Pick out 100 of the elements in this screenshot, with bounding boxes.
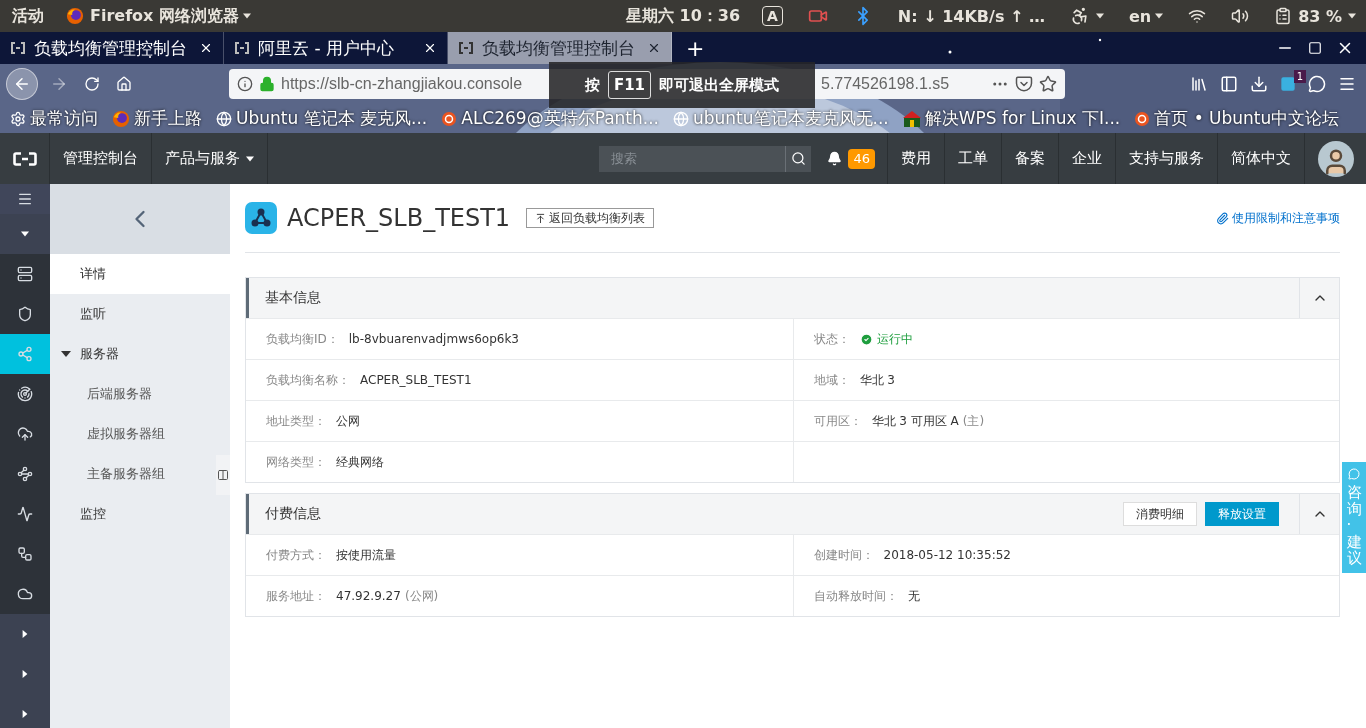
submenu-item[interactable]: 服务器 — [50, 334, 230, 374]
load-balancer-icon — [245, 202, 277, 234]
submenu-item[interactable]: 监控 — [50, 494, 230, 534]
back-to-list-button[interactable]: 返回负载均衡列表 — [526, 208, 655, 228]
star-icon[interactable] — [1039, 75, 1057, 93]
language-menu[interactable]: en — [1128, 6, 1164, 26]
notice-text: 即可退出全屏模式 — [659, 75, 780, 95]
caret-down-icon — [21, 230, 29, 238]
field-value: 47.92.9.27 (公网) — [336, 587, 439, 605]
search-button[interactable] — [785, 145, 812, 172]
wave-icon — [17, 506, 33, 522]
volume-icon[interactable] — [1231, 7, 1250, 25]
caret-down-icon — [246, 154, 254, 163]
route-icon — [17, 466, 33, 482]
back-button[interactable] — [6, 68, 38, 100]
server-icon — [17, 266, 33, 282]
house-icon — [116, 76, 132, 92]
field-value: lb-8vbuarenvadjmws6op6k3 — [348, 332, 519, 346]
network-speed[interactable]: N: ↓ 14KB/s ↑ … — [897, 6, 1045, 26]
battery-level[interactable]: 83 % — [1298, 6, 1342, 26]
collapse-handle[interactable] — [216, 455, 230, 495]
lock-icon[interactable] — [259, 76, 275, 92]
cloud-upload-icon — [17, 426, 33, 442]
submenu-item[interactable]: 详情 — [50, 254, 230, 294]
chat-icon[interactable] — [1308, 75, 1326, 93]
wifi-icon[interactable] — [1188, 7, 1207, 25]
cloud-icon — [17, 586, 33, 602]
pocket-icon[interactable] — [1015, 75, 1033, 93]
url-text: 5.774526198.1.s5 — [821, 75, 951, 93]
header-nav-link[interactable]: 简体中文 — [1218, 133, 1305, 184]
field-label: 创建时间： — [813, 546, 874, 564]
firefox-icon — [66, 7, 84, 25]
page-title: ACPER_SLB_TEST1 — [287, 204, 511, 232]
accessibility-icon[interactable] — [1069, 6, 1090, 26]
new-tab-button[interactable]: + — [672, 32, 719, 64]
arrow-up-icon — [535, 212, 547, 224]
tab-logo-icon — [234, 42, 250, 54]
browser-tab[interactable]: 负载均衡管理控制台 — [0, 32, 224, 64]
globe-icon — [673, 110, 689, 127]
field-value: 公网 — [336, 412, 360, 430]
header-nav-link[interactable]: 工单 — [945, 133, 1002, 184]
bookmark[interactable]: 新手上路 — [112, 107, 202, 130]
app-menu[interactable]: Firefox 网络浏览器 — [90, 5, 251, 27]
field-value: 华北 3 可用区 A (主) — [871, 412, 985, 430]
header-nav-link[interactable]: 费用 — [888, 133, 945, 184]
header-nav-link[interactable]: 企业 — [1059, 133, 1116, 184]
header-nav-link[interactable]: 支持与服务 — [1116, 133, 1218, 184]
field-label: 负载均衡ID： — [266, 330, 339, 348]
field-value: 经典网络 — [336, 453, 384, 471]
radar-icon — [17, 386, 33, 402]
close-icon[interactable] — [423, 41, 437, 55]
key-label: F11 — [607, 71, 652, 99]
info-icon[interactable] — [237, 76, 253, 92]
submenu-item[interactable]: 主备服务器组 — [50, 454, 216, 494]
ubuntu-logo-icon — [441, 110, 458, 127]
download-icon[interactable] — [1250, 75, 1268, 93]
arrow-right-icon — [50, 75, 68, 93]
header-nav-link[interactable]: 备案 — [1002, 133, 1059, 184]
input-method-indicator[interactable]: A — [762, 6, 783, 26]
network-icon — [17, 346, 33, 362]
maximize-icon[interactable] — [1308, 41, 1322, 55]
field-label: 可用区： — [813, 412, 862, 430]
logo-icon[interactable] — [12, 151, 37, 166]
field-value: 2018-05-12 10:35:52 — [883, 548, 1011, 562]
activities-button[interactable]: 活动 — [12, 5, 44, 27]
shield-icon — [17, 306, 33, 322]
library-icon[interactable] — [1190, 75, 1208, 93]
notice-text: 按 — [584, 75, 600, 95]
house-picture-icon — [902, 110, 921, 127]
caret-down-icon — [243, 12, 251, 20]
extension-icon[interactable] — [1280, 76, 1296, 92]
tab-logo-icon — [458, 42, 474, 54]
bookmark[interactable]: 最常访问 — [10, 107, 98, 130]
firefox-icon — [112, 109, 130, 128]
bookmark[interactable]: Ubuntu 笔记本 麦克风... — [216, 107, 428, 130]
search-icon — [791, 151, 807, 166]
action-button[interactable]: 消费明细 — [1123, 502, 1197, 526]
browser-tab[interactable]: 负载均衡管理控制台 — [448, 32, 672, 64]
help-link[interactable]: 使用限制和注意事项 — [1216, 209, 1340, 227]
field-label: 地域： — [813, 371, 850, 389]
submenu-item[interactable]: 后端服务器 — [50, 374, 216, 414]
field-value: 华北 3 — [859, 371, 895, 389]
field-label: 自动释放时间： — [813, 587, 898, 605]
url-text: https://slb-cn-zhangjiakou.console — [281, 75, 524, 93]
sidebar-icon[interactable] — [1220, 75, 1238, 93]
close-icon[interactable] — [199, 41, 213, 55]
submenu-item[interactable]: 监听 — [50, 294, 230, 334]
bookmark[interactable]: 解决WPS for Linux 下I... — [902, 107, 1121, 130]
bookmark[interactable]: 首页 • Ubuntu中文论坛 — [1134, 107, 1340, 130]
sidebar-nav-button[interactable] — [0, 184, 50, 214]
submenu-item[interactable]: 虚拟服务器组 — [50, 414, 216, 454]
clock[interactable]: 星期六 10：36 — [625, 5, 741, 27]
status-value: 运行中 — [859, 330, 913, 348]
avatar[interactable] — [1317, 140, 1354, 177]
expand-caret-icon — [61, 349, 71, 359]
bell-icon[interactable] — [827, 151, 843, 166]
close-icon[interactable] — [647, 41, 661, 55]
search-field[interactable]: 搜索 — [599, 145, 786, 172]
menu-icon[interactable] — [1338, 75, 1356, 93]
gear-icon — [10, 110, 26, 127]
